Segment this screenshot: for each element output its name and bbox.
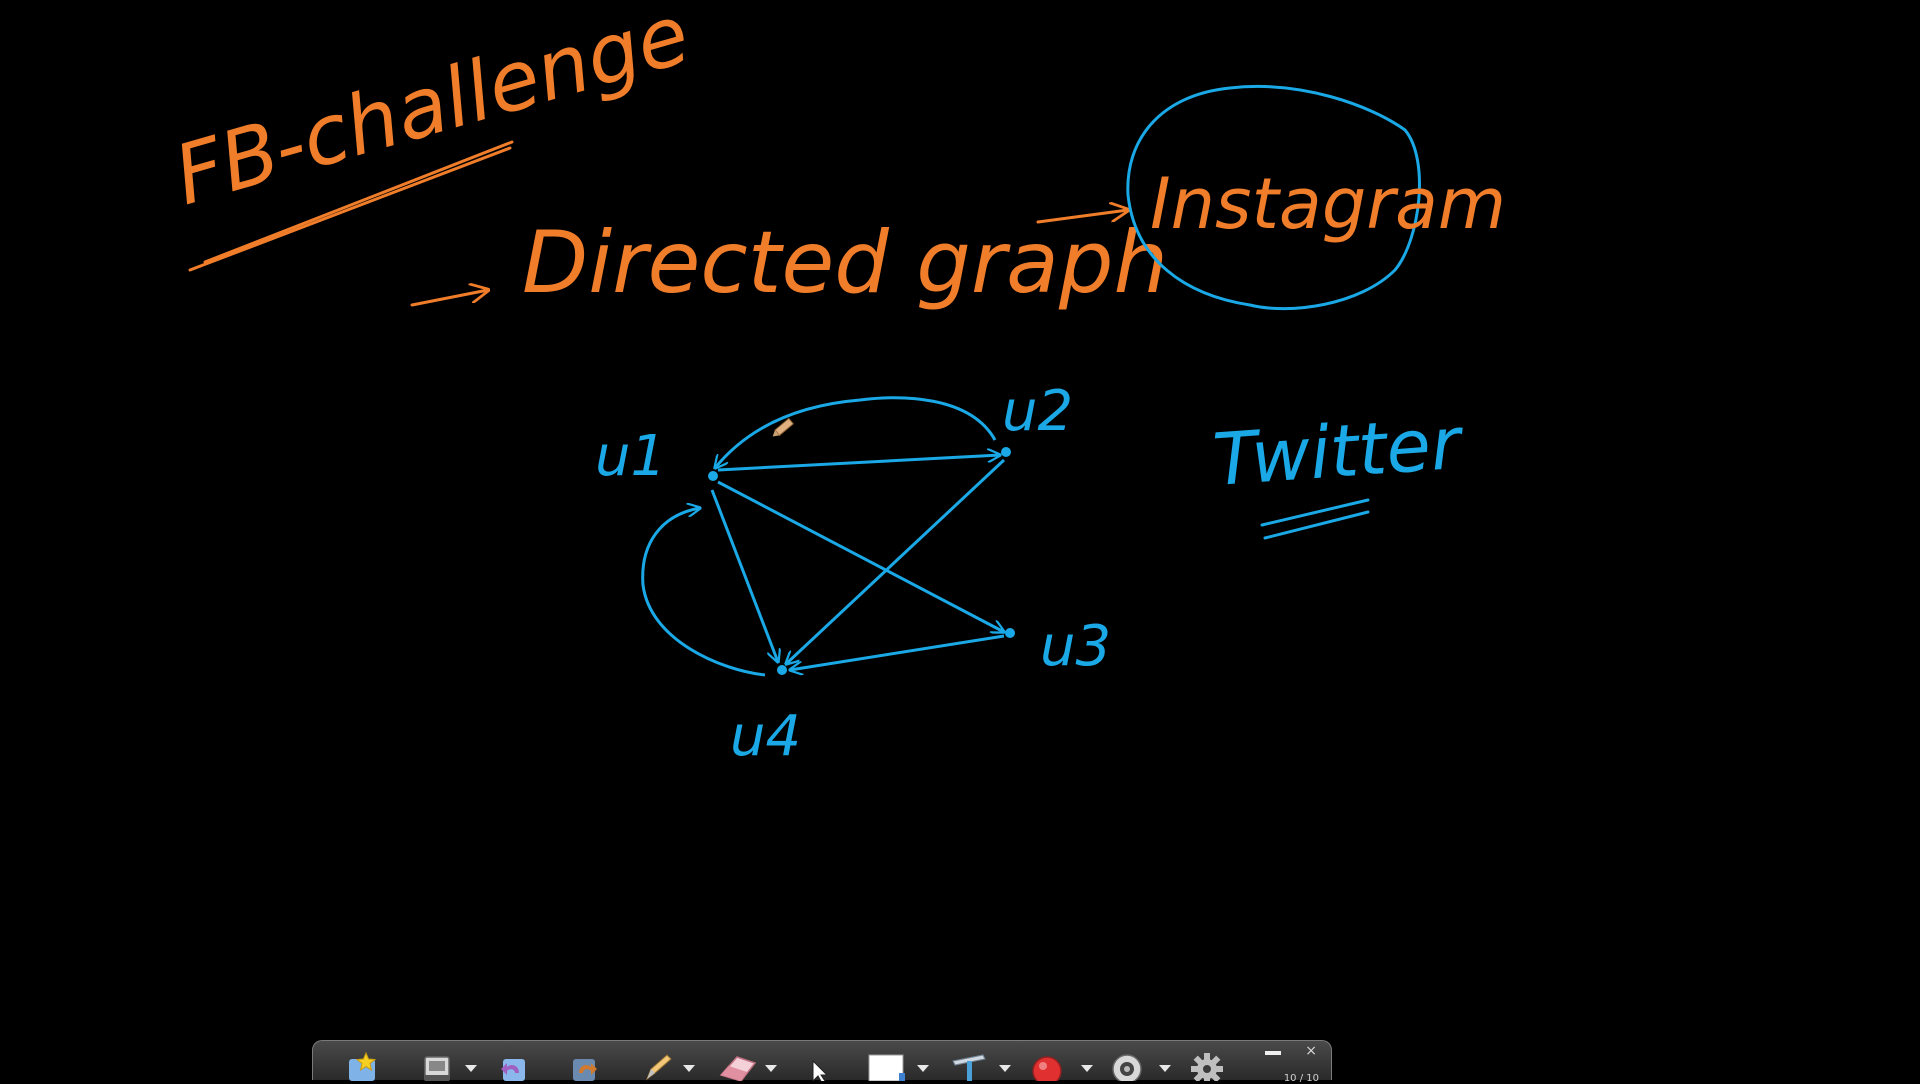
screen-capture-dropdown[interactable] [465, 1065, 477, 1072]
node-label-u1: u1 [595, 424, 666, 489]
webcam-dropdown[interactable] [1159, 1065, 1171, 1072]
screen-capture-icon[interactable] [417, 1049, 457, 1081]
twitter-underline-2 [1263, 510, 1370, 540]
edge-u3-u4 [790, 634, 1005, 670]
node-u4 [777, 665, 787, 675]
twitter-underline-1 [1260, 498, 1370, 527]
floating-toolbar: × 10 / 10 [312, 1040, 1332, 1084]
title-text: FB-challenge [164, 0, 699, 224]
webcam-icon[interactable] [1107, 1049, 1147, 1081]
node-u3 [1005, 628, 1015, 638]
favorites-star-icon[interactable] [343, 1049, 383, 1081]
edge-u1-u4 [710, 489, 778, 662]
settings-gear-icon[interactable] [1187, 1049, 1227, 1081]
instagram-text: Instagram [1150, 163, 1506, 245]
pen-dropdown[interactable] [683, 1065, 695, 1072]
twitter-text: Twitter [1210, 401, 1467, 502]
redo-icon[interactable] [565, 1049, 605, 1081]
node-label-u4: u4 [730, 704, 801, 769]
node-u2 [1001, 447, 1011, 457]
toolbar-close-button[interactable]: × [1305, 1043, 1317, 1059]
page-icon[interactable] [865, 1049, 909, 1081]
record-icon[interactable] [1027, 1049, 1067, 1081]
page-indicator: 10 / 10 [1283, 1073, 1319, 1084]
node-u1 [708, 471, 718, 481]
directed-graph-text: Directed graph [522, 213, 1168, 313]
node-label-u3: u3 [1040, 614, 1111, 679]
undo-icon[interactable] [493, 1049, 533, 1081]
edge-u1-u3 [717, 480, 1004, 632]
ruler-dropdown[interactable] [999, 1065, 1011, 1072]
eraser-icon[interactable] [713, 1049, 761, 1081]
whiteboard-canvas[interactable]: FB-challenge Directed graph Instagram Tw… [0, 0, 1920, 1080]
edge-u4-u1 [641, 508, 766, 677]
edge-u2-u4 [786, 458, 1006, 664]
directed-graph-arrow [410, 290, 488, 307]
pointer-icon[interactable] [803, 1049, 833, 1081]
eraser-dropdown[interactable] [765, 1065, 777, 1072]
node-label-u2: u2 [1002, 379, 1073, 444]
toolbar-minimize-button[interactable] [1265, 1051, 1281, 1055]
ruler-tool-icon[interactable] [947, 1049, 991, 1081]
page-dropdown[interactable] [917, 1065, 929, 1072]
record-dropdown[interactable] [1081, 1065, 1093, 1072]
pen-icon[interactable] [637, 1049, 677, 1081]
edge-u1-u2 [717, 455, 1000, 472]
